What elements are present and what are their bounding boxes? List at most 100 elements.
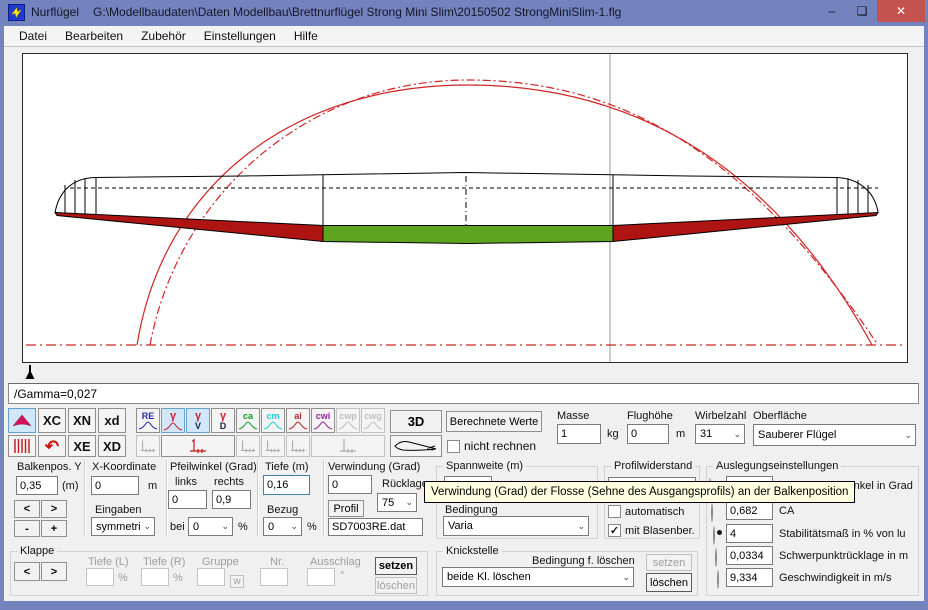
file-path: G:\Modellbaudaten\Daten Modellbau\Brettn…: [93, 5, 621, 19]
re-plot-button[interactable]: RE: [136, 408, 160, 433]
auslegung-radio-geschwindigkeit[interactable]: [717, 570, 719, 589]
profilwiderstand-label: Profilwiderstand: [611, 460, 695, 472]
menu-bearbeiten[interactable]: Bearbeiten: [56, 26, 132, 46]
gruppe-label: Gruppe: [202, 556, 239, 568]
rib-view-button[interactable]: [8, 435, 36, 457]
ruecklage-label: Rücklage: [382, 478, 428, 490]
auslegung-radio-ca[interactable]: [711, 503, 713, 522]
axis-plot-button-3: [261, 435, 285, 457]
chevron-down-icon: ⌄: [622, 573, 630, 582]
cwi-curve-icon: [313, 421, 333, 430]
eingaben-dropdown[interactable]: symmetri ⌄: [91, 517, 155, 536]
klappe-setzen-button[interactable]: setzen: [375, 557, 417, 575]
pfeilwinkel-links-input[interactable]: 0: [168, 490, 207, 509]
klappe-label: Klappe: [17, 545, 57, 557]
profil-file-input[interactable]: SD7003RE.dat: [328, 518, 423, 536]
lift-distribution-curve-dashed: [150, 80, 878, 345]
flying-wing-logo-icon: [9, 5, 24, 20]
xe-button[interactable]: XE: [68, 435, 96, 457]
automatisch-checkbox[interactable]: [608, 505, 621, 518]
knickstelle-dropdown[interactable]: beide Kl. löschen ⌄: [442, 567, 634, 587]
wirbelzahl-dropdown[interactable]: 31 ⌄: [695, 424, 745, 444]
left-tip-ribs: [65, 177, 96, 215]
maximize-button[interactable]: ❑: [848, 0, 876, 22]
balkenpos-minus-button[interactable]: -: [14, 520, 40, 537]
xkoordinate-input[interactable]: 0: [91, 476, 139, 495]
gruppe-input: [197, 568, 225, 586]
wing-icon: [11, 414, 33, 428]
pfeilwinkel-rechts-input[interactable]: 0,9: [212, 490, 251, 509]
airfoil-icon: [393, 438, 439, 454]
berechnete-werte-button[interactable]: Berechnete Werte: [446, 411, 542, 432]
close-button[interactable]: ✕: [877, 0, 925, 22]
gamma-status-field[interactable]: /Gamma=0,027: [8, 383, 919, 404]
ai-plot-button[interactable]: ai: [286, 408, 310, 433]
blasenber-label: mit Blasenber.: [625, 525, 695, 537]
masse-input[interactable]: 1: [557, 424, 601, 444]
span-position-marker[interactable]: [24, 365, 36, 380]
klappe-next-button[interactable]: >: [41, 562, 67, 581]
ca-plot-button[interactable]: ca: [236, 408, 260, 433]
minimize-button[interactable]: –: [818, 0, 846, 22]
balkenpos-prev-button[interactable]: <: [14, 500, 40, 518]
window-border-right: [924, 0, 928, 610]
axis-icon-gray-1: [139, 438, 157, 454]
auslegung-value-schwerpunkt[interactable]: 0,0334: [726, 546, 773, 565]
verwindung-input[interactable]: 0: [328, 475, 372, 494]
wing-view-button[interactable]: [8, 408, 36, 433]
section-divider: [257, 460, 259, 536]
bezug-dropdown[interactable]: 0 ⌄: [263, 517, 302, 536]
flughoehe-input[interactable]: 0: [627, 424, 669, 444]
profil-button[interactable]: Profil: [328, 500, 364, 517]
airfoil-view-button[interactable]: [390, 435, 442, 457]
bei-dropdown[interactable]: 0 ⌄: [188, 517, 233, 536]
balkenpos-next-button[interactable]: >: [41, 500, 67, 518]
balkenpos-plus-button[interactable]: +: [41, 520, 67, 537]
axis-icon-gray-wide: [336, 438, 360, 454]
menu-hilfe[interactable]: Hilfe: [285, 26, 327, 46]
auslegung-label-schwerpunkt: Schwerpunktrücklage in m: [779, 550, 908, 562]
bedingung-dropdown[interactable]: Varia ⌄: [443, 516, 589, 536]
knickstelle-loeschen-button[interactable]: löschen: [646, 573, 692, 592]
auslegung-radio-schwerpunkt[interactable]: [715, 548, 717, 567]
axis-plot-button-2: [236, 435, 260, 457]
nicht-rechnen-checkbox[interactable]: [447, 440, 460, 453]
gamma-plot-button[interactable]: γ: [161, 408, 185, 433]
xd2-button[interactable]: XD: [98, 435, 126, 457]
menu-datei[interactable]: Datei: [10, 26, 56, 46]
ausschlag-label: Ausschlag: [310, 556, 361, 568]
klappe-prev-button[interactable]: <: [14, 562, 40, 581]
xc-button[interactable]: XC: [38, 408, 66, 433]
wing-drawing: [23, 54, 907, 362]
undo-button[interactable]: ↶: [38, 435, 66, 457]
tiefe-input[interactable]: 0,16: [263, 475, 310, 495]
chevron-down-icon: ⌄: [904, 431, 912, 440]
pfeilwinkel-links-label: links: [175, 476, 197, 488]
blasenber-checkbox[interactable]: ✓: [608, 524, 621, 537]
oberflaeche-dropdown[interactable]: Sauberer Flügel ⌄: [753, 424, 916, 446]
section-divider: [323, 460, 325, 536]
axis-plot-button-active[interactable]: [161, 435, 235, 457]
auslegung-radio-stabilitaet[interactable]: [713, 526, 715, 545]
ruecklage-dropdown[interactable]: 75 ⌄: [377, 493, 417, 512]
chevron-down-icon: ⌄: [405, 498, 413, 507]
cwi-plot-button[interactable]: cwi: [311, 408, 335, 433]
auslegung-value-geschwindigkeit[interactable]: 9,334: [726, 568, 773, 587]
cm-plot-button[interactable]: cm: [261, 408, 285, 433]
3d-view-button[interactable]: 3D: [390, 410, 442, 433]
gamma-d-button[interactable]: γ D: [211, 408, 235, 433]
menu-einstellungen[interactable]: Einstellungen: [195, 26, 285, 46]
gamma-v-button[interactable]: γ V: [186, 408, 210, 433]
chevron-down-icon: ⌄: [143, 522, 151, 531]
balkenpos-input[interactable]: 0,35: [16, 476, 58, 495]
menu-zubehoer[interactable]: Zubehör: [132, 26, 195, 46]
right-tip-ribs: [837, 177, 868, 215]
tiefe-r-unit: %: [173, 572, 183, 584]
wing-drawing-canvas[interactable]: [22, 53, 908, 363]
axis-icon-gray-3: [264, 438, 282, 454]
xn-button[interactable]: XN: [68, 408, 96, 433]
xkoordinate-unit: m: [148, 480, 157, 492]
xd-button[interactable]: xd: [98, 408, 126, 433]
auslegung-value-ca[interactable]: 0,682: [726, 501, 773, 520]
auslegung-value-stabilitaet[interactable]: 4: [726, 524, 773, 543]
